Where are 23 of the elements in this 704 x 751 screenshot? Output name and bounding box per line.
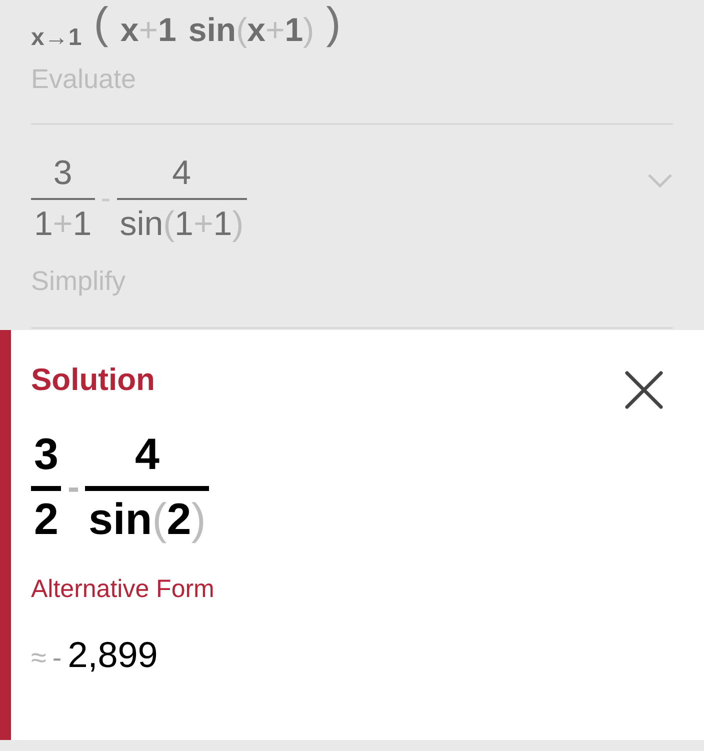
close-button[interactable] bbox=[624, 370, 664, 410]
minus-sign: - bbox=[52, 642, 62, 674]
parenthesis: ) bbox=[326, 2, 341, 46]
solution-title: Solution bbox=[31, 362, 155, 398]
numerator: 4 bbox=[134, 432, 160, 478]
minus-sign: - bbox=[100, 182, 111, 216]
fraction-bar bbox=[31, 486, 62, 491]
fraction-bar bbox=[31, 198, 95, 200]
expression-term: sin(x+1) bbox=[188, 13, 314, 46]
alternative-form-label: Alternative Form bbox=[31, 575, 216, 604]
denominator: 2 bbox=[33, 496, 60, 544]
expression-term: x+1 bbox=[120, 13, 176, 46]
numerator: 3 bbox=[33, 432, 60, 478]
denominator: sin(2) bbox=[87, 496, 207, 544]
approximate-value: 2,899 bbox=[68, 634, 158, 676]
limit-subscript: x→1 bbox=[31, 26, 82, 50]
minus-sign: - bbox=[67, 466, 80, 508]
numerator: 3 bbox=[52, 155, 74, 192]
approx-sign: ≈ bbox=[31, 642, 46, 674]
denominator: sin(1+1) bbox=[118, 206, 245, 244]
parenthesis: ( bbox=[94, 2, 108, 46]
numerator: 4 bbox=[171, 155, 192, 192]
denominator: 1+1 bbox=[33, 206, 93, 244]
